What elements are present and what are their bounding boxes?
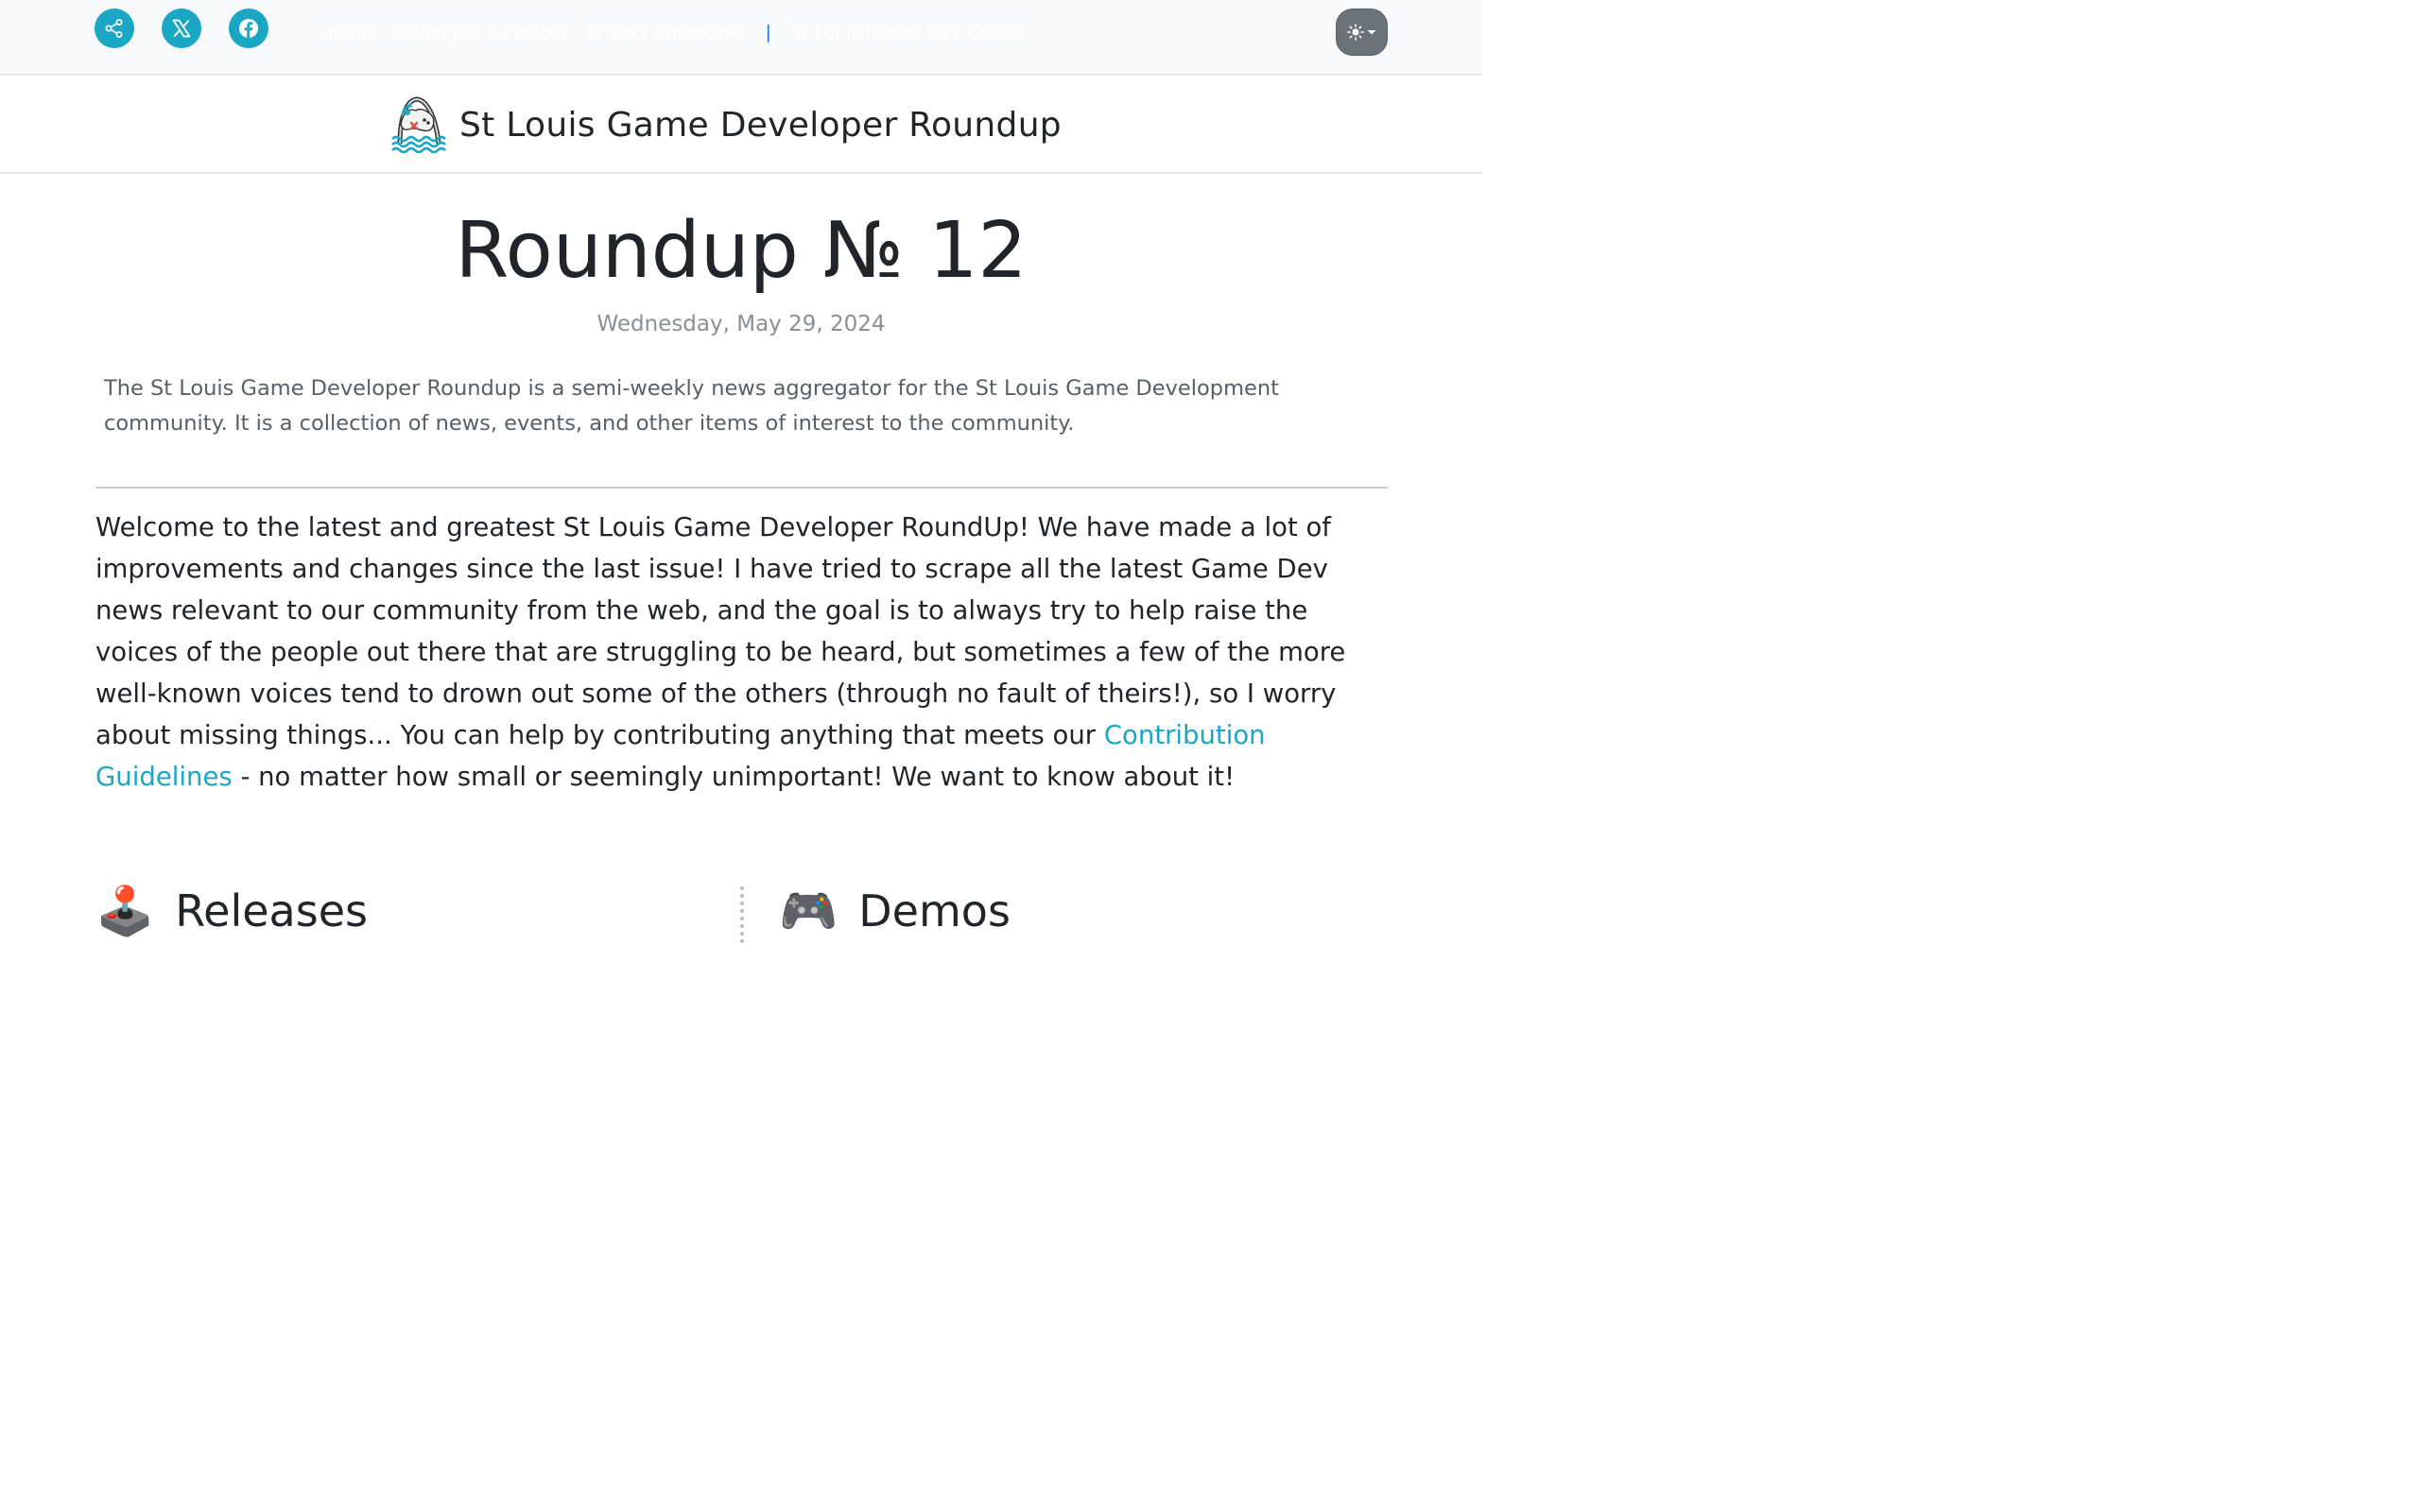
publish-date: Wednesday, May 29, 2024 — [596, 312, 886, 336]
top-navbar: Home Developer Directory Project Showcas… — [0, 0, 1482, 76]
site-title: St Louis Game Developer Roundup — [459, 105, 1062, 145]
divider — [95, 487, 1388, 489]
page-title: Roundup № 12 — [455, 206, 1028, 296]
section-title: Releases — [175, 885, 368, 936]
joystick-icon: 🕹️ — [95, 884, 155, 938]
nav-separator: | — [765, 22, 771, 43]
intro-paragraph: Welcome to the latest and greatest St Lo… — [95, 507, 1391, 798]
section-demos-heading: 🎮 Demos — [779, 881, 1011, 941]
main-nav: Home Developer Directory Project Showcas… — [320, 19, 1020, 45]
brand-link[interactable]: St Louis Game Developer Roundup — [391, 95, 1062, 154]
chevron-down-icon — [1367, 30, 1376, 35]
nav-home[interactable]: Home — [320, 22, 372, 43]
sun-icon — [1347, 24, 1364, 41]
share-icon — [105, 19, 123, 38]
lead-paragraph: The St Louis Game Developer Roundup is a… — [104, 376, 1279, 436]
intro-text-end: - no matter how small or seemingly unimp… — [232, 762, 1236, 792]
nav-game-dev-coop[interactable]: St Louis Game Dev Co-op — [790, 22, 1020, 43]
nav-developer-directory[interactable]: Developer Directory — [389, 22, 570, 43]
section-releases-heading: 🕹️ Releases — [95, 881, 368, 941]
column-divider — [740, 886, 744, 943]
nav-project-showcase[interactable]: Project Showcase — [587, 22, 744, 43]
facebook-button[interactable] — [229, 9, 268, 48]
gamepad-icon: 🎮 — [779, 884, 838, 938]
share-button[interactable] — [95, 9, 134, 48]
brand-bar: St Louis Game Developer Roundup — [0, 76, 1482, 174]
x-twitter-icon — [172, 19, 191, 38]
facebook-icon — [239, 19, 258, 38]
theme-toggle-button[interactable] — [1336, 9, 1388, 56]
intro-text: Welcome to the latest and greatest St Lo… — [95, 512, 1346, 750]
x-twitter-button[interactable] — [162, 9, 201, 48]
arch-gamepad-logo — [391, 96, 446, 153]
section-title: Demos — [858, 885, 1011, 936]
